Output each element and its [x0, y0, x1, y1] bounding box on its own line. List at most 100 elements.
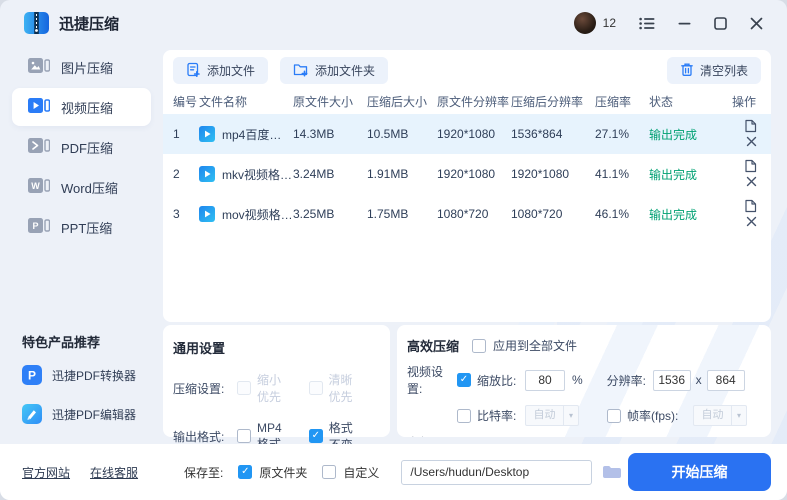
cell-no: 3: [173, 207, 180, 221]
pdf-compress-icon: [28, 137, 51, 157]
sidebar-item-image-compress[interactable]: 图片压缩: [12, 48, 151, 86]
original-folder-label: 原文件夹: [259, 465, 308, 480]
custom-folder-checkbox[interactable]: [322, 465, 337, 479]
option-clarity-priority: 清晰优先: [308, 371, 363, 405]
sidebar-item-video-compress[interactable]: 视频压缩: [12, 88, 151, 126]
col-header-orig-size: 原文件大小: [293, 94, 354, 109]
col-header-ratio: 压缩率: [595, 94, 632, 109]
audio-settings-label: 音频设置:: [407, 434, 457, 437]
product-pdf-editor[interactable]: 迅捷PDF编辑器: [0, 399, 163, 429]
maximize-icon[interactable]: [714, 16, 727, 30]
clear-list-label: 清空列表: [699, 64, 748, 78]
video-bitrate-label: 比特率:: [477, 409, 517, 423]
sidebar-item-ppt-compress[interactable]: P PPT压缩: [12, 208, 151, 246]
sidebar-item-label: PDF压缩: [61, 140, 114, 156]
video-bitrate-checkbox[interactable]: [457, 408, 471, 423]
minimize-icon[interactable]: [678, 17, 691, 30]
product-label: 迅捷PDF编辑器: [52, 407, 137, 422]
products-header: 特色产品推荐: [22, 335, 101, 350]
trash-icon: [680, 62, 694, 80]
product-pdf-converter[interactable]: P 迅捷PDF转换器: [0, 360, 163, 390]
cell-no: 1: [173, 127, 180, 141]
word-compress-icon: W: [28, 177, 51, 197]
col-header-comp-size: 压缩后大小: [367, 94, 428, 109]
cell-status: 输出完成: [649, 127, 698, 142]
option-shrink-priority: 缩小优先: [237, 371, 291, 405]
menu-list-icon[interactable]: [639, 17, 655, 30]
open-file-icon[interactable]: [744, 119, 757, 136]
table-row[interactable]: 1 mp4百度… 14.3MB 10.5MB 1920*1080 1536*86…: [163, 114, 771, 154]
scale-input[interactable]: [525, 369, 565, 391]
general-settings-panel: 通用设置 压缩设置: 缩小优先 清晰优先 输出格式: MP4格式 ✓ 格式不变: [163, 325, 390, 452]
resolution-height-input[interactable]: [706, 369, 745, 391]
browse-folder-icon[interactable]: [602, 464, 622, 480]
fps-checkbox[interactable]: [607, 408, 621, 423]
col-header-no: 编号: [173, 94, 198, 109]
remove-file-icon[interactable]: [746, 216, 757, 230]
sidebar-item-pdf-compress[interactable]: PDF压缩: [12, 128, 151, 166]
file-toolbar: 添加文件 添加文件夹 清空列表: [163, 50, 771, 88]
chevron-down-icon: ▾: [563, 406, 578, 425]
pdf-converter-icon: P: [22, 365, 42, 385]
advanced-settings-panel: 高效压缩 应用到全部文件 视频设置: ✓ 缩放比: % 分辨率: x 比特率: …: [397, 325, 771, 437]
add-folder-label: 添加文件夹: [315, 64, 376, 78]
cell-ratio: 27.1%: [595, 127, 630, 141]
cell-orig-res: 1920*1080: [437, 167, 496, 181]
clear-list-button[interactable]: 清空列表: [666, 57, 761, 84]
scale-checkbox[interactable]: ✓: [457, 373, 471, 387]
original-folder-checkbox[interactable]: ✓: [238, 465, 253, 479]
save-path-input[interactable]: [401, 459, 593, 485]
table-header-row: 编号 文件名称 原文件大小 压缩后大小 原文件分辨率 压缩后分辨率 压缩率 状态…: [163, 88, 771, 114]
sidebar: 图片压缩 视频压缩 PDF压缩 W Word压缩 P PPT压缩: [0, 46, 163, 248]
apply-all-option[interactable]: 应用到全部文件: [472, 337, 577, 354]
add-file-button[interactable]: 添加文件: [173, 57, 269, 84]
output-format-label: 输出格式:: [173, 429, 225, 444]
select-value: 自动: [701, 409, 724, 421]
cell-no: 2: [173, 167, 180, 181]
app-logo-zip-icon: [24, 12, 49, 34]
close-icon[interactable]: [750, 17, 763, 30]
product-label: 迅捷PDF转换器: [52, 368, 137, 383]
keep-format-checkbox[interactable]: ✓: [308, 429, 323, 443]
cell-orig-size: 3.25MB: [293, 207, 335, 221]
app-window: 迅捷压缩 12 图片压缩 视频压缩 PDF压缩 W Word压缩 P PPT压缩…: [0, 0, 787, 500]
table-row[interactable]: 3 mov视频格… 3.25MB 1.75MB 1080*720 1080*72…: [163, 194, 771, 234]
start-compress-button[interactable]: 开始压缩: [628, 453, 771, 491]
advanced-title: 高效压缩: [407, 339, 460, 354]
online-support-link[interactable]: 在线客服: [90, 464, 138, 481]
table-row[interactable]: 2 mkv视频格… 3.24MB 1.91MB 1920*1080 1920*1…: [163, 154, 771, 194]
image-compress-icon: [28, 57, 51, 77]
open-file-icon[interactable]: [744, 199, 757, 216]
user-count-badge: 12: [602, 16, 616, 30]
add-folder-icon: [293, 62, 309, 80]
add-file-icon: [186, 62, 201, 80]
ppt-compress-icon: P: [28, 217, 51, 237]
add-folder-button[interactable]: 添加文件夹: [280, 57, 389, 84]
open-file-icon[interactable]: [744, 159, 757, 176]
video-play-icon: [199, 206, 215, 222]
svg-text:P: P: [32, 221, 38, 231]
col-header-ops: 操作: [731, 94, 756, 109]
mp4-format-checkbox[interactable]: [237, 429, 251, 443]
resolution-label: 分辨率:: [606, 373, 647, 388]
user-avatar[interactable]: [573, 12, 596, 34]
apply-all-label: 应用到全部文件: [493, 339, 578, 353]
bottom-bar: 官方网站 在线客服 保存至: ✓ 原文件夹 自定义 开始压缩: [0, 444, 787, 500]
video-compress-icon: [28, 97, 51, 117]
shrink-priority-checkbox: [237, 381, 251, 395]
official-website-link[interactable]: 官方网站: [22, 464, 70, 481]
cell-filename: mp4百度…: [222, 127, 282, 142]
cell-comp-size: 1.91MB: [367, 167, 409, 181]
cell-status: 输出完成: [649, 207, 698, 222]
footer-links: 官方网站 在线客服: [22, 464, 138, 481]
save-location-row: 保存至: ✓ 原文件夹 自定义: [184, 459, 622, 485]
remove-file-icon[interactable]: [746, 136, 757, 150]
scale-label: 缩放比:: [477, 373, 517, 388]
video-play-icon: [199, 166, 215, 182]
apply-all-checkbox[interactable]: [472, 338, 487, 353]
sidebar-item-word-compress[interactable]: W Word压缩: [12, 168, 151, 206]
option-label: 缩小优先: [257, 373, 282, 404]
fps-label: 帧率(fps):: [627, 409, 679, 423]
remove-file-icon[interactable]: [746, 176, 757, 190]
resolution-width-input[interactable]: [652, 369, 691, 391]
